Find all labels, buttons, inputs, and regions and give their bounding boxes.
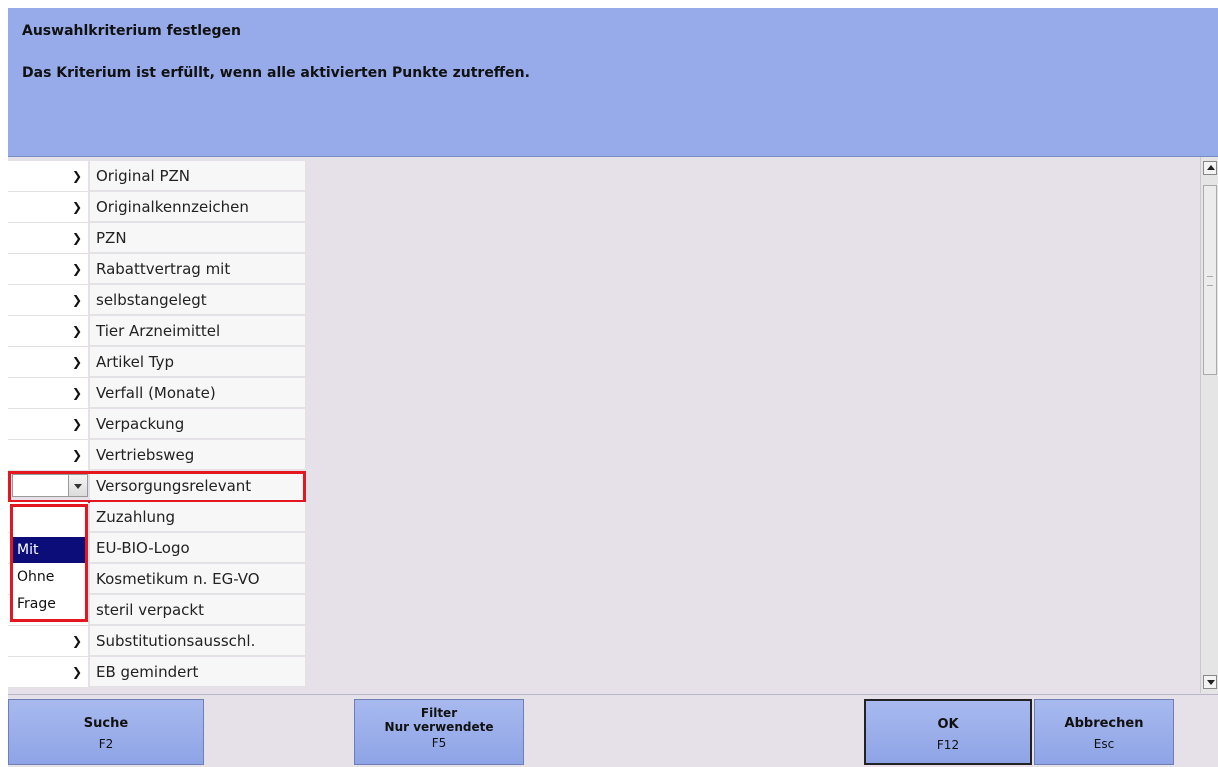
criteria-label: Artikel Typ — [90, 347, 306, 377]
criteria-label: PZN — [90, 223, 306, 253]
chevron-down-icon[interactable]: ❯ — [72, 448, 82, 462]
arrow-down-icon[interactable] — [1203, 675, 1217, 689]
dropdown-arrow-icon[interactable] — [68, 474, 88, 497]
chevron-down-icon[interactable]: ❯ — [72, 386, 82, 400]
criteria-row: ❯ Verpackung — [8, 409, 306, 440]
dialog-title: Auswahlkriterium festlegen — [22, 23, 242, 39]
ok-button[interactable]: OK F12 — [864, 699, 1032, 765]
dialog-subtitle: Das Kriterium ist erfüllt, wenn alle akt… — [22, 65, 530, 81]
chevron-down-icon[interactable]: ❯ — [72, 231, 82, 245]
dialog-header: Auswahlkriterium festlegen Das Kriterium… — [8, 8, 1218, 157]
criteria-row: ❯ Vertriebsweg — [8, 440, 306, 471]
footer-bar: Suche F2 Filter Nur verwendete F5 OK F12… — [8, 694, 1218, 767]
criteria-list: ❯ Original PZN ❯ Originalkennzeichen ❯ P… — [8, 157, 1200, 693]
criteria-label: Rabattvertrag mit — [90, 254, 306, 284]
criteria-row: ❯ PZN — [8, 223, 306, 254]
criteria-label: steril verpackt — [90, 595, 306, 625]
search-button[interactable]: Suche F2 — [8, 699, 204, 765]
cancel-button-key: Esc — [1093, 737, 1115, 751]
criteria-label: Verfall (Monate) — [90, 378, 306, 408]
dropdown-option-empty[interactable] — [13, 507, 85, 533]
criteria-label: Substitutionsausschl. — [90, 626, 306, 656]
chevron-down-icon[interactable]: ❯ — [72, 324, 82, 338]
criteria-label: Originalkennzeichen — [90, 192, 306, 222]
filter-button-key: F5 — [431, 736, 447, 750]
arrow-up-icon[interactable] — [1203, 161, 1217, 175]
ok-button-label: OK — [937, 717, 959, 732]
criteria-row: ❯ Substitutionsausschl. — [8, 626, 306, 657]
vertical-scrollbar[interactable] — [1200, 157, 1218, 693]
dropdown-option-mit[interactable]: Mit — [13, 537, 85, 563]
dropdown-option-ohne[interactable]: Ohne — [13, 564, 85, 590]
chevron-down-icon[interactable]: ❯ — [72, 293, 82, 307]
criteria-label: Kosmetikum n. EG-VO — [90, 564, 306, 594]
criteria-label: Original PZN — [90, 161, 306, 191]
criteria-label: selbstangelegt — [90, 285, 306, 315]
criteria-row: ❯ Artikel Typ — [8, 347, 306, 378]
chevron-down-icon[interactable]: ❯ — [72, 200, 82, 214]
criteria-label: Zuzahlung — [90, 502, 306, 532]
criteria-row: ❯ Original PZN — [8, 161, 306, 192]
criteria-row: ❯ Tier Arzneimittel — [8, 316, 306, 347]
criteria-label: Tier Arzneimittel — [90, 316, 306, 346]
chevron-down-icon[interactable]: ❯ — [72, 169, 82, 183]
filter-button[interactable]: Filter Nur verwendete F5 — [354, 699, 524, 765]
criteria-row: ❯ selbstangelegt — [8, 285, 306, 316]
criteria-row: ❯ Originalkennzeichen — [8, 192, 306, 223]
criteria-combo-input[interactable] — [12, 474, 74, 497]
search-button-key: F2 — [98, 737, 114, 751]
criteria-row: ❯ Rabattvertrag mit — [8, 254, 306, 285]
criteria-row: ❯ EB gemindert — [8, 657, 306, 688]
criteria-row-active: Versorgungsrelevant — [8, 471, 306, 501]
criteria-label: Versorgungsrelevant — [90, 471, 306, 501]
cancel-button-label: Abbrechen — [1064, 716, 1144, 731]
ok-button-key: F12 — [936, 738, 960, 752]
search-button-label: Suche — [83, 716, 129, 731]
chevron-down-icon[interactable]: ❯ — [72, 417, 82, 431]
criteria-label: EB gemindert — [90, 657, 306, 687]
filter-button-label2: Nur verwendete — [384, 720, 494, 734]
criteria-row: ❯ Verfall (Monate) — [8, 378, 306, 409]
chevron-down-icon[interactable]: ❯ — [72, 665, 82, 679]
criteria-label: Verpackung — [90, 409, 306, 439]
dropdown-list: Mit Ohne Frage — [10, 504, 88, 622]
filter-button-label: Filter — [420, 706, 458, 720]
chevron-down-icon[interactable]: ❯ — [72, 634, 82, 648]
dialog: Auswahlkriterium festlegen Das Kriterium… — [8, 8, 1218, 767]
cancel-button[interactable]: Abbrechen Esc — [1034, 699, 1174, 765]
chevron-down-icon[interactable]: ❯ — [72, 355, 82, 369]
criteria-label: EU-BIO-Logo — [90, 533, 306, 563]
criteria-label: Vertriebsweg — [90, 440, 306, 470]
scrollbar-thumb[interactable] — [1203, 185, 1217, 375]
dropdown-option-frage[interactable]: Frage — [13, 591, 85, 617]
chevron-down-icon[interactable]: ❯ — [72, 262, 82, 276]
